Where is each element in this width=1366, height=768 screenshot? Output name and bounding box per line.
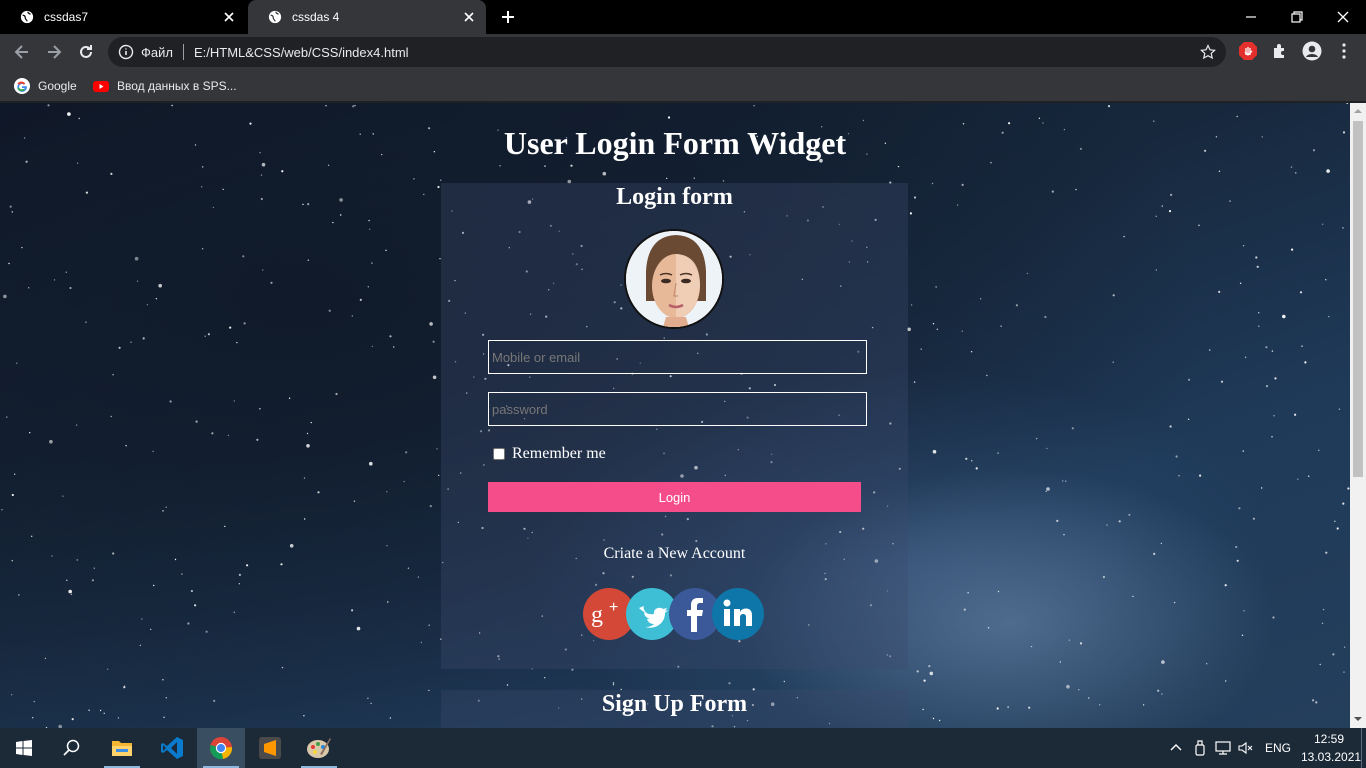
file-explorer-icon	[112, 741, 132, 756]
remember-me-row[interactable]: Remember me	[493, 445, 606, 463]
close-window-icon[interactable]	[1332, 6, 1354, 28]
new-tab-icon[interactable]	[498, 7, 518, 27]
adblock-icon[interactable]	[1238, 41, 1258, 61]
user-avatar	[624, 229, 724, 329]
show-desktop-button[interactable]	[1361, 728, 1362, 768]
bookmark-star-icon[interactable]	[1200, 44, 1216, 60]
tab-cssdas-4[interactable]: cssdas 4	[248, 0, 486, 34]
usb-device-icon[interactable]	[1192, 740, 1208, 756]
back-icon[interactable]	[12, 42, 32, 62]
password-placeholder: password	[492, 401, 548, 417]
svg-text:+: +	[609, 599, 618, 616]
search-icon	[63, 739, 80, 756]
url-text[interactable]: E:/HTML&CSS/web/CSS/index4.html	[194, 45, 409, 60]
profile-icon[interactable]	[1302, 41, 1322, 61]
tab-cssdas7[interactable]: cssdas7	[0, 0, 246, 34]
create-account-link[interactable]: Criate a New Account	[441, 545, 908, 563]
tab-title: cssdas7	[44, 10, 89, 24]
taskbar-sublime[interactable]	[246, 728, 294, 768]
globe-icon	[268, 10, 282, 24]
vscode-icon	[161, 737, 183, 759]
protocol-label: Файл	[141, 44, 173, 60]
clock-date[interactable]: 13.03.2021	[1301, 750, 1361, 764]
address-bar[interactable]: Файл E:/HTML&CSS/web/CSS/index4.html	[108, 37, 1226, 67]
tab-strip: cssdas7 cssdas 4	[0, 0, 1366, 34]
forward-icon[interactable]	[44, 42, 64, 62]
bookmark-label: Ввод данных в SPS...	[117, 79, 237, 93]
start-button[interactable]	[0, 728, 48, 768]
windows-start-icon	[16, 740, 32, 756]
login-button[interactable]: Login	[488, 482, 861, 512]
bookmarks-bar: Google Ввод данных в SPS...	[0, 70, 1366, 102]
google-icon	[14, 78, 30, 94]
password-field[interactable]: password	[488, 392, 867, 426]
bookmark-google[interactable]: Google	[14, 76, 77, 96]
browser-toolbar: Файл E:/HTML&CSS/web/CSS/index4.html	[0, 34, 1366, 70]
face-image	[626, 231, 722, 327]
close-tab-icon[interactable]	[462, 10, 476, 24]
login-form-panel: Login form Mobile or email password Reme…	[441, 183, 908, 669]
email-placeholder: Mobile or email	[492, 349, 581, 365]
taskbar-file-explorer[interactable]	[98, 728, 146, 768]
info-icon[interactable]	[118, 44, 134, 60]
network-icon[interactable]	[1215, 740, 1231, 756]
remember-me-label: Remember me	[512, 445, 606, 462]
clock-time[interactable]: 12:59	[1314, 732, 1344, 746]
taskbar-vscode[interactable]	[148, 728, 196, 768]
signup-form-heading: Sign Up Form	[601, 691, 748, 717]
bookmark-sps[interactable]: Ввод данных в SPS...	[93, 76, 237, 96]
volume-muted-icon[interactable]	[1238, 740, 1254, 756]
login-form-heading: Login form	[616, 184, 733, 210]
menu-icon[interactable]	[1334, 41, 1354, 61]
close-tab-icon[interactable]	[222, 10, 236, 24]
scroll-up-arrow-icon[interactable]	[1354, 107, 1362, 115]
taskbar-chrome[interactable]	[197, 728, 245, 768]
minimize-icon[interactable]	[1240, 6, 1262, 28]
page-scrollbar[interactable]	[1350, 103, 1366, 728]
divider	[182, 44, 184, 60]
extensions-icon[interactable]	[1270, 41, 1290, 61]
taskbar-paint[interactable]	[295, 728, 343, 768]
linkedin-icon[interactable]	[712, 588, 764, 640]
language-indicator[interactable]: ENG	[1265, 741, 1291, 755]
page-viewport: User Login Form Widget Login form Mobile…	[0, 103, 1350, 728]
signup-form-panel: Sign Up Form	[441, 690, 908, 728]
scroll-down-arrow-icon[interactable]	[1354, 715, 1362, 723]
globe-icon	[20, 10, 34, 24]
svg-text:g: g	[591, 602, 603, 628]
youtube-icon	[93, 81, 109, 92]
restore-icon[interactable]	[1286, 6, 1308, 28]
scrollbar-thumb[interactable]	[1353, 121, 1363, 477]
email-field[interactable]: Mobile or email	[488, 340, 867, 374]
paint-icon	[307, 738, 331, 758]
reload-icon[interactable]	[76, 42, 96, 62]
windows-taskbar: ENG 12:59 13.03.2021	[0, 728, 1366, 768]
chrome-icon	[210, 737, 233, 760]
page-title: User Login Form Widget	[503, 125, 847, 161]
taskbar-search[interactable]	[48, 728, 96, 768]
bookmark-label: Google	[38, 79, 77, 93]
remember-me-checkbox[interactable]	[493, 448, 505, 460]
sublime-icon	[259, 737, 281, 759]
chevron-up-icon[interactable]	[1168, 740, 1184, 756]
tab-title: cssdas 4	[292, 10, 340, 24]
